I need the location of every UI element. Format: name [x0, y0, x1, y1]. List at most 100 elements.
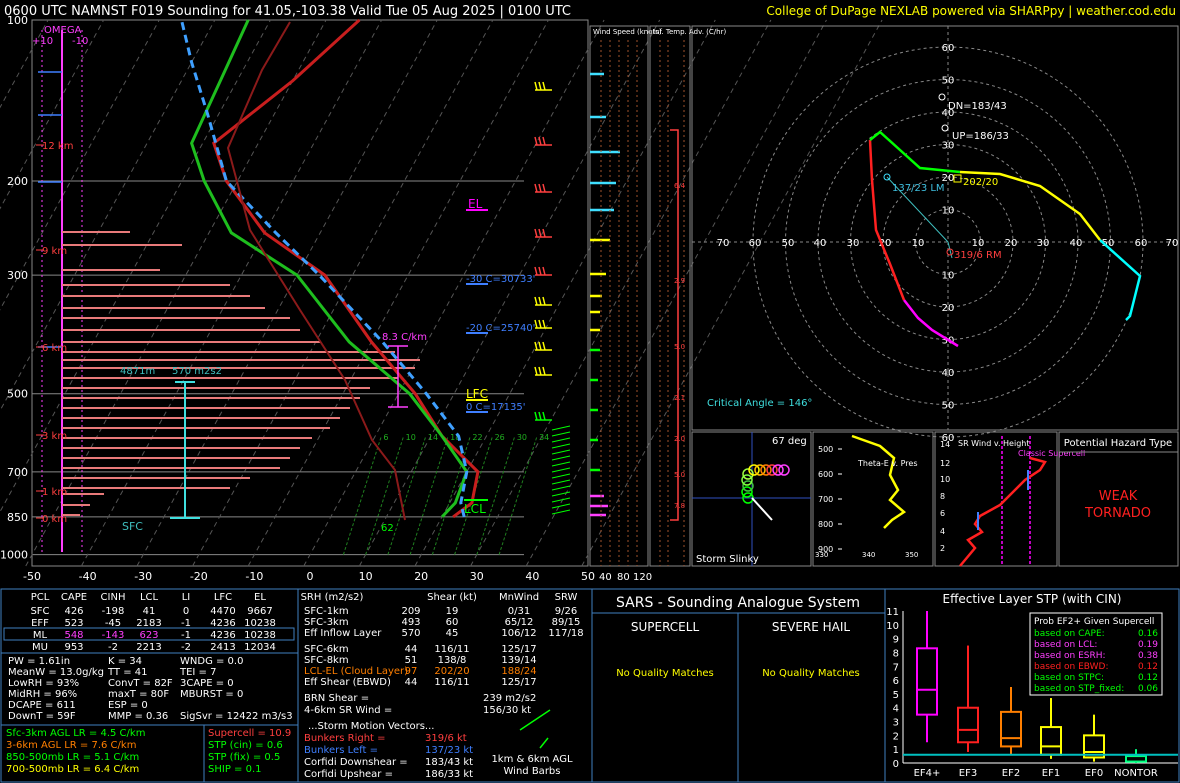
- kin-cell: 139/14: [501, 655, 536, 666]
- low-level-barb: [551, 479, 571, 485]
- height-label: 0 km: [42, 514, 67, 525]
- kin-cell: 44: [405, 644, 418, 655]
- omega-title: OMEGA: [44, 25, 82, 36]
- parcel-cell: SFC: [30, 606, 49, 617]
- low-level-barb: [551, 473, 571, 479]
- index-cell: K = 34: [108, 656, 142, 667]
- index-cell: WNDG = 0.0: [180, 656, 243, 667]
- stp-prob-label: based on LCL:: [1034, 640, 1097, 650]
- wind-barb-flag: [538, 341, 542, 351]
- parcel-cell: 426: [64, 606, 83, 617]
- mixing-ratio-label: 30: [517, 433, 527, 442]
- mixing-ratio-line: [498, 435, 538, 555]
- index-cell: MMP = 0.36: [108, 711, 168, 722]
- hodo-x-label: 40: [814, 238, 827, 249]
- theta-x-label: 350: [905, 551, 918, 559]
- kin-cell: 570: [401, 628, 420, 639]
- kin-label: Eff Shear (EBWD): [304, 677, 391, 688]
- stp-category: NONTOR: [1114, 768, 1158, 779]
- parcel-cell: 623: [139, 630, 158, 641]
- hodo-x-label: 30: [847, 238, 860, 249]
- wind-barb-flag: [542, 228, 546, 238]
- wind-speed-title: Wind Speed (knots): [593, 28, 662, 36]
- kin-label: LCL-EL (Cloud Layer): [304, 666, 408, 677]
- hodo-ring-label: 50: [942, 401, 955, 412]
- lapse-rate-label: 8.3 C/km: [382, 332, 427, 343]
- kin-cell: 44: [405, 677, 418, 688]
- stp-box: [1000, 710, 1022, 748]
- kin-cell: 202/20: [434, 666, 469, 677]
- wind-barb-flag: [538, 411, 542, 421]
- temp-label: -20: [190, 570, 208, 583]
- hodograph-panel: 10102020303040405050606070 60 50 40 30 20 10 10…: [691, 25, 1179, 444]
- sr-y-label: 2: [940, 544, 945, 553]
- inferred-temp-panel: Inf. Temp. Adv. (C/hr) 6.4 2.9 5.0 2.1 2.0 5.…: [649, 25, 726, 567]
- isotherm: [358, 19, 661, 567]
- isotherm: [0, 19, 271, 513]
- kin-cell: 0/31: [508, 606, 530, 617]
- ita-value: 2.1: [674, 394, 685, 402]
- parcel-header: LCL: [140, 592, 159, 603]
- index-cell: MidRH = 96%: [8, 689, 77, 700]
- wind-barb-flag: [534, 341, 538, 351]
- theta-x-label: 330: [815, 551, 828, 559]
- parcel-cell: 4236: [210, 630, 235, 641]
- hodo-ring-label: 60: [942, 43, 955, 54]
- mixing-ratio-line: [342, 435, 382, 555]
- sr-y-label: 10: [940, 475, 950, 484]
- wind-barb-flag: [538, 266, 542, 276]
- mixing-ratio-value: 62: [381, 523, 394, 534]
- stp-prob-value: 0.12: [1138, 662, 1158, 672]
- kin-cell: 97: [405, 666, 418, 677]
- mixing-ratio-label: 10: [406, 433, 416, 442]
- kin-label: SFC-6km: [304, 644, 349, 655]
- hodo-dn-marker: [938, 93, 946, 101]
- isotherm: [25, 19, 327, 567]
- hazard-title: Potential Hazard Type: [1064, 438, 1172, 449]
- isotherm: [136, 19, 438, 567]
- temp-label: 30: [470, 570, 484, 583]
- index-cell: PW = 1.61in: [8, 656, 70, 667]
- low-level-barb: [551, 461, 571, 467]
- parcel-cell: EFF: [31, 618, 49, 629]
- motion-label: Corfidi Upshear =: [304, 769, 393, 780]
- credit-text: College of DuPage NEXLAB powered via SHA…: [766, 4, 1176, 18]
- ita-value: 7.8: [674, 502, 685, 510]
- kin-wind-barb: [539, 737, 549, 749]
- parcel-cell: -1: [181, 630, 191, 641]
- stp-y-label: 3: [893, 718, 899, 729]
- mixing-ratio-line: [409, 435, 449, 555]
- wind-barb-flag: [542, 266, 546, 276]
- pressure-label-700: 700: [7, 466, 28, 479]
- ita-value: 5.0: [674, 343, 685, 351]
- stp-y-label: 8: [893, 648, 899, 659]
- ita-value: 2.9: [674, 277, 685, 285]
- parcel-cell: -2: [108, 642, 118, 653]
- sounding-title: 0600 UTC NAMNST F019 Sounding for 41.05,…: [4, 4, 571, 19]
- kin-label: SFC-3km: [304, 617, 349, 628]
- hodo-up: UP=186/33: [952, 131, 1009, 142]
- stp-y-label: 5: [893, 690, 899, 701]
- temp-label: -40: [79, 570, 97, 583]
- stp-prob-label: based on ESRH:: [1034, 651, 1106, 661]
- parcel-table: PCL CAPE CINH LCL LI LFC EL SFC 426 -198 41 0 4470 96…: [3, 592, 295, 653]
- wind-barb-flag: [542, 81, 546, 91]
- pressure-label-300: 300: [7, 269, 28, 282]
- sr-y-label: 14: [940, 440, 950, 449]
- motion-value: 183/43 kt: [425, 757, 473, 768]
- stp-category: EF3: [959, 768, 977, 779]
- kin-label: SFC-1km: [304, 606, 349, 617]
- sars-panel: SARS - Sounding Analogue System SUPERCEL…: [592, 595, 885, 782]
- stp-box: [1040, 726, 1062, 756]
- storm-slinky-panel: 67 deg Storm Slinky: [691, 431, 812, 567]
- kin-label: SFC-8km: [304, 655, 349, 666]
- parcel-header: CINH: [101, 592, 126, 603]
- ws-axis-120: 120: [633, 572, 652, 583]
- hodo-lm: 137/23 LM: [892, 183, 945, 194]
- parcel-cell: -45: [105, 618, 121, 629]
- stp-y-label: 9: [893, 635, 899, 646]
- hodo-x-label: 60: [749, 238, 762, 249]
- motion-value: 186/33 kt: [425, 769, 473, 780]
- hodo-ring-label: 40: [942, 368, 955, 379]
- low-level-barb: [551, 449, 571, 455]
